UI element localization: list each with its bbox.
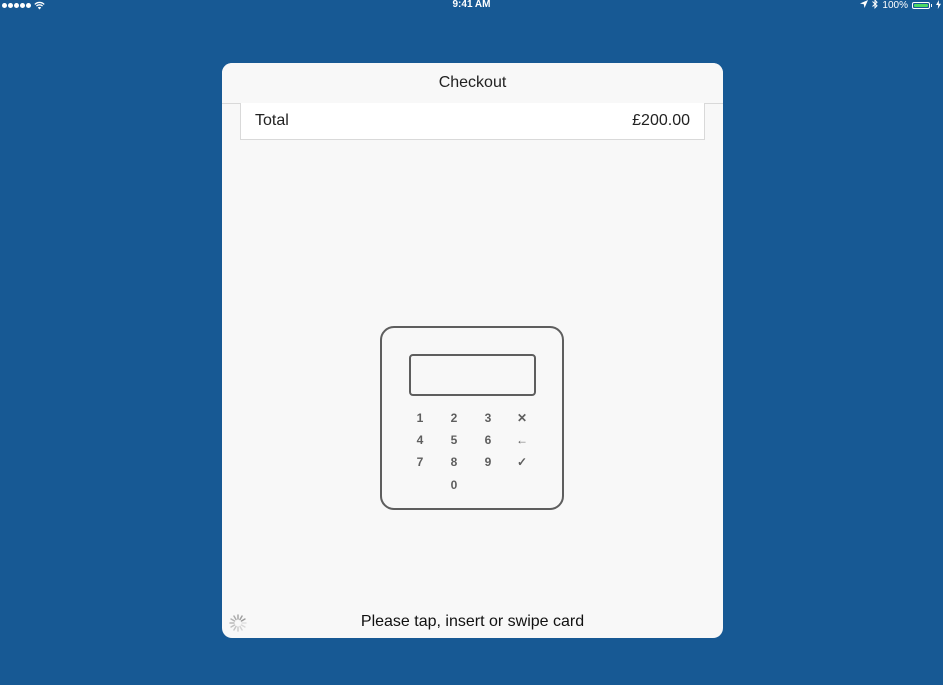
header-divider-right	[705, 103, 723, 104]
key-4: 4	[416, 433, 424, 447]
key-3: 3	[484, 411, 492, 425]
total-value: £200.00	[632, 112, 690, 129]
card-prompt-text: Please tap, insert or swipe card	[360, 613, 585, 630]
header-divider-left	[222, 103, 240, 104]
location-arrow-icon	[860, 0, 869, 11]
battery-icon	[912, 2, 932, 9]
key-0: 0	[450, 478, 458, 492]
key-confirm-icon: ✓	[516, 455, 528, 469]
bluetooth-icon	[872, 0, 879, 12]
card-reader-screen	[409, 354, 536, 396]
total-label: Total	[255, 112, 289, 129]
key-9: 9	[484, 455, 492, 469]
key-back-icon: ←	[516, 433, 528, 447]
card-reader-illustration: 1 2 3 ✕ 4 5 6 ← 7 8 9 ✓ 0	[380, 326, 564, 510]
key-8: 8	[450, 455, 458, 469]
total-row: Total £200.00	[240, 103, 705, 140]
status-bar: 9:41 AM 100%	[0, 0, 943, 12]
key-6: 6	[484, 433, 492, 447]
status-right: 100%	[860, 0, 941, 12]
key-7: 7	[416, 455, 424, 469]
checkout-modal: Checkout Total £200.00 1 2 3 ✕ 4 5 6 ← 7 8 9 ✓ 0 Ple…	[222, 63, 723, 638]
charging-icon	[936, 0, 941, 12]
key-cancel-icon: ✕	[516, 411, 528, 425]
key-5: 5	[450, 433, 458, 447]
battery-percentage: 100%	[882, 0, 908, 11]
modal-title: Checkout	[222, 63, 723, 103]
status-time: 9:41 AM	[452, 0, 491, 10]
key-1: 1	[416, 411, 424, 425]
key-2: 2	[450, 411, 458, 425]
